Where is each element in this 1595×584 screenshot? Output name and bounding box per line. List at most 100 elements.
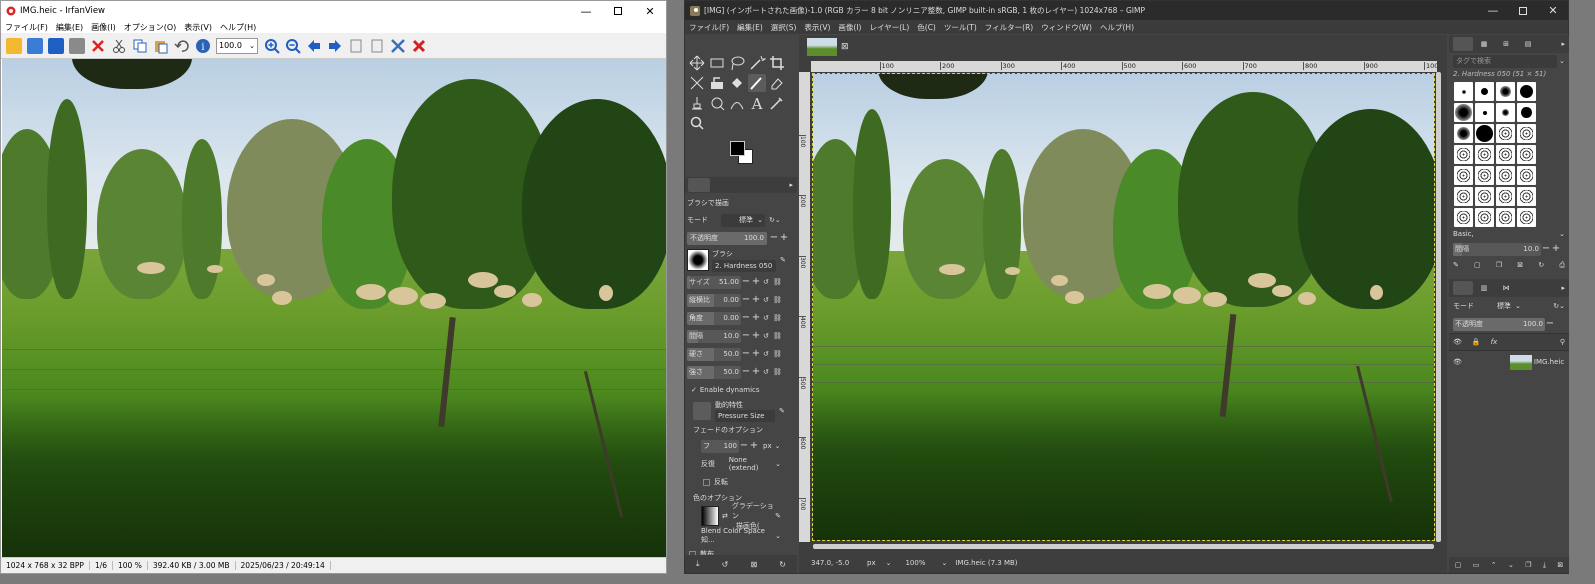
- aspect-ratio-slider[interactable]: 縦横比 0.00: [687, 293, 741, 307]
- edit-dynamics-icon[interactable]: ✎: [779, 407, 785, 415]
- brush-cell[interactable]: [1517, 124, 1536, 143]
- brush-preview[interactable]: [687, 249, 709, 271]
- brush-cell[interactable]: [1475, 145, 1494, 164]
- plus-button[interactable]: +: [751, 277, 761, 287]
- delete-layer-icon[interactable]: ⊠: [1557, 561, 1563, 569]
- reset-mode-icon[interactable]: ↻⌄: [1553, 302, 1565, 310]
- copy-to-icon[interactable]: [348, 38, 364, 54]
- edit-brush-icon[interactable]: ✎: [780, 256, 786, 264]
- brush-cell[interactable]: [1454, 145, 1473, 164]
- hardness-slider[interactable]: 硬さ 50.0: [687, 347, 741, 361]
- color-swatches[interactable]: [728, 139, 756, 167]
- brush-cell[interactable]: [1496, 166, 1515, 185]
- menu-filters[interactable]: フィルター(R): [985, 22, 1033, 33]
- brush-cell[interactable]: [1496, 82, 1515, 101]
- brush-cell[interactable]: [1496, 103, 1515, 122]
- zoom-out-icon[interactable]: [285, 38, 301, 54]
- opacity-slider[interactable]: 不透明度 100.0: [687, 231, 767, 245]
- brush-cell[interactable]: [1517, 82, 1536, 101]
- fade-unit[interactable]: px: [763, 442, 772, 450]
- zoom-select[interactable]: 100%: [905, 559, 925, 567]
- edit-gradient-icon[interactable]: ✎: [775, 512, 781, 520]
- delete-icon[interactable]: [90, 38, 106, 54]
- minus-button[interactable]: −: [741, 349, 751, 359]
- close-button[interactable]: ✕: [634, 5, 666, 18]
- brush-cell[interactable]: [1496, 124, 1515, 143]
- minus-button[interactable]: −: [741, 367, 751, 377]
- delete-options-icon[interactable]: ⊠: [750, 560, 757, 569]
- close-button[interactable]: ✕: [1538, 4, 1568, 17]
- reset-value-icon[interactable]: ↺: [763, 332, 769, 340]
- menu-tools[interactable]: ツール(T): [944, 22, 977, 33]
- rect-select-tool-icon[interactable]: [708, 54, 726, 72]
- save-options-icon[interactable]: ⤓: [696, 559, 700, 569]
- menu-windows[interactable]: ウィンドウ(W): [1041, 22, 1092, 33]
- brush-cell[interactable]: [1496, 208, 1515, 227]
- zoom-tool-icon[interactable]: [688, 114, 706, 132]
- open-folder-icon[interactable]: [5, 37, 22, 54]
- brush-name-field[interactable]: 2. Hardness 050: [712, 259, 776, 272]
- thumbnails-icon[interactable]: [26, 37, 43, 54]
- menu-image[interactable]: 画像(I): [91, 22, 116, 33]
- brush-cell[interactable]: [1517, 187, 1536, 206]
- brush-cell[interactable]: [1517, 145, 1536, 164]
- device-status-tab-icon[interactable]: [710, 178, 732, 192]
- reset-value-icon[interactable]: ↺: [763, 296, 769, 304]
- mode-select[interactable]: 標準 ⌄: [721, 213, 765, 227]
- horizontal-scrollbar[interactable]: [813, 544, 1434, 549]
- menu-options[interactable]: オプション(O): [124, 22, 177, 33]
- eye-icon[interactable]: 👁: [1453, 338, 1462, 346]
- reset-options-icon[interactable]: ↻: [779, 560, 786, 569]
- gradients-tab-icon[interactable]: ▤: [1517, 40, 1539, 48]
- minimize-button[interactable]: —: [1478, 4, 1508, 17]
- duplicate-brush-icon[interactable]: ❐: [1496, 261, 1502, 269]
- lower-layer-icon[interactable]: ⌄: [1508, 561, 1514, 569]
- layers-tab-icon[interactable]: [1453, 281, 1473, 295]
- cut-icon[interactable]: [111, 38, 127, 54]
- smudge-tool-icon[interactable]: [708, 94, 726, 112]
- brush-cell[interactable]: [1475, 208, 1494, 227]
- new-brush-icon[interactable]: ▢: [1474, 261, 1481, 269]
- brush-cell[interactable]: [1517, 166, 1536, 185]
- brush-cell[interactable]: [1496, 187, 1515, 206]
- settings-tools-icon[interactable]: [390, 38, 406, 54]
- menu-image[interactable]: 画像(I): [838, 22, 861, 33]
- patterns-tab-icon[interactable]: ▦: [1473, 40, 1495, 48]
- new-layer-icon[interactable]: ▢: [1455, 561, 1462, 569]
- link-icon[interactable]: ⛓: [773, 296, 782, 304]
- menu-file[interactable]: ファイル(F): [689, 22, 729, 33]
- lasso-tool-icon[interactable]: [728, 54, 746, 72]
- channels-tab-icon[interactable]: ▥: [1473, 284, 1495, 292]
- print-icon[interactable]: [68, 37, 85, 54]
- brush-cell[interactable]: [1454, 82, 1473, 101]
- bucket-fill-tool-icon[interactable]: [728, 74, 746, 92]
- minus-button[interactable]: −: [741, 313, 751, 323]
- fonts-tab-icon[interactable]: ⊞: [1495, 40, 1517, 48]
- menu-view[interactable]: 表示(V): [184, 22, 212, 33]
- brush-cell[interactable]: [1454, 124, 1473, 143]
- tab-menu-icon[interactable]: ▸: [1561, 284, 1565, 292]
- force-slider[interactable]: 強さ 50.0: [687, 365, 741, 379]
- layer-opacity-slider[interactable]: 不透明度 100.0: [1453, 317, 1545, 331]
- menu-file[interactable]: ファイル(F): [5, 22, 48, 33]
- dynamics-field[interactable]: Pressure Size: [715, 410, 775, 422]
- tab-menu-icon[interactable]: ▸: [789, 181, 793, 189]
- layer-mode-value[interactable]: 標準: [1497, 301, 1511, 311]
- maximize-button[interactable]: [602, 7, 634, 15]
- zoom-in-icon[interactable]: [264, 38, 280, 54]
- brush-cell[interactable]: [1475, 103, 1494, 122]
- save-icon[interactable]: [47, 37, 64, 54]
- vertical-scrollbar[interactable]: [1436, 72, 1441, 542]
- layer-row[interactable]: 👁 IMG.heic: [1449, 351, 1569, 373]
- minus-button[interactable]: −: [1545, 319, 1555, 329]
- unit-select[interactable]: px: [867, 559, 876, 567]
- minus-button[interactable]: −: [741, 277, 751, 287]
- new-group-icon[interactable]: ▭: [1473, 561, 1480, 569]
- layer-visibility-icon[interactable]: 👁: [1453, 358, 1462, 366]
- paste-icon[interactable]: [153, 38, 169, 54]
- clone-tool-icon[interactable]: [688, 94, 706, 112]
- menu-view[interactable]: 表示(V): [804, 22, 830, 33]
- link-icon[interactable]: ⛓: [773, 278, 782, 286]
- brush-cell[interactable]: [1475, 124, 1494, 143]
- delete-brush-icon[interactable]: ⊠: [1517, 261, 1523, 269]
